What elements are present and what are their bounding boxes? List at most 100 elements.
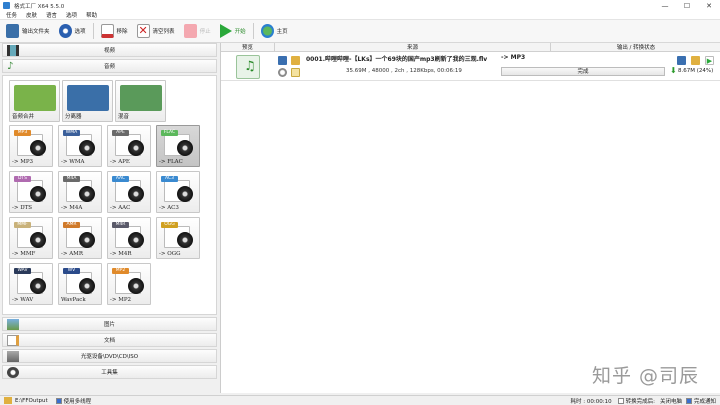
audio-tile-mmf[interactable]: MMF -> MMF bbox=[9, 217, 53, 259]
category-video[interactable]: 视频 bbox=[2, 43, 217, 57]
audio-tile-aac[interactable]: AAC -> AAC bbox=[107, 171, 151, 213]
settings-icon[interactable] bbox=[278, 68, 287, 77]
start-button[interactable]: 开始 bbox=[218, 22, 248, 40]
shutdown-label: 关闭电脑 bbox=[659, 398, 682, 405]
multithread-checkbox[interactable] bbox=[55, 397, 62, 404]
audio-tile-label: -> M4A bbox=[61, 205, 83, 211]
category-sidebar: 视频 ♪ 音频 音频合并 分离器 混音 MP3 -> MP3 WMA -> WMA APE -> … bbox=[2, 43, 217, 393]
audio-tile-mp3[interactable]: MP3 -> MP3 bbox=[9, 125, 53, 167]
audio-tile-amr[interactable]: AMR -> AMR bbox=[58, 217, 102, 259]
disc-icon bbox=[128, 278, 144, 294]
output-folder-icon[interactable] bbox=[691, 56, 700, 65]
col-preview[interactable]: 预览 bbox=[221, 43, 275, 51]
minimize-button[interactable]: — bbox=[654, 0, 676, 11]
status-bar: E:\FFOutput 使用多线程 耗时 : 00:00:10 转换完成后: 关… bbox=[0, 395, 720, 405]
menu-language[interactable]: 语言 bbox=[46, 11, 57, 19]
menu-skin[interactable]: 皮肤 bbox=[26, 11, 37, 19]
notify-checkbox[interactable] bbox=[685, 397, 692, 404]
disc-icon bbox=[79, 186, 95, 202]
folder-icon bbox=[6, 24, 19, 38]
audio-tile-m4a[interactable]: M4A -> M4A bbox=[58, 171, 102, 213]
app-icon bbox=[3, 2, 10, 9]
audio-tile-flac[interactable]: FLAC -> FLAC bbox=[156, 125, 200, 167]
format-badge: DTS bbox=[14, 176, 31, 182]
info-icon-2[interactable] bbox=[677, 56, 686, 65]
audio-tile-label: -> APE bbox=[110, 159, 130, 165]
menu-options[interactable]: 选项 bbox=[66, 11, 77, 19]
audio-tile-merge[interactable]: 音频合并 bbox=[9, 80, 60, 122]
play-file-icon[interactable]: ▶ bbox=[705, 56, 714, 65]
audio-tile-mp2[interactable]: MP2 -> MP2 bbox=[107, 263, 151, 305]
disc-icon bbox=[79, 278, 95, 294]
format-badge: M4A bbox=[63, 176, 80, 182]
audio-tile-label: -> MP3 bbox=[12, 159, 34, 165]
audio-tile-ac3[interactable]: AC3 -> AC3 bbox=[156, 171, 200, 213]
remove-button[interactable]: 移除 bbox=[99, 22, 130, 40]
audio-tile-m4r[interactable]: M4R -> M4R bbox=[107, 217, 151, 259]
audio-tile-label: 音频合并 bbox=[12, 114, 35, 120]
title-bar: 格式工厂 X64 5.5.0 — ☐ ✕ bbox=[0, 0, 720, 11]
info-icon[interactable] bbox=[278, 56, 287, 65]
disc-icon bbox=[30, 140, 46, 156]
audio-tile-ogg[interactable]: OGG -> OGG bbox=[156, 217, 200, 259]
download-arrow-icon: ⬇ bbox=[670, 66, 677, 75]
format-badge: WAV bbox=[14, 268, 31, 274]
clip-icon[interactable] bbox=[291, 68, 300, 77]
audio-tools-panel: 音频合并 分离器 混音 MP3 -> MP3 WMA -> WMA APE -> APE FLAC… bbox=[2, 75, 217, 315]
maximize-button[interactable]: ☐ bbox=[676, 0, 698, 11]
audio-tile-mixer[interactable]: 混音 bbox=[115, 80, 166, 122]
category-audio[interactable]: ♪ 音频 bbox=[2, 59, 217, 73]
audio-tile-label: -> FLAC bbox=[159, 159, 183, 165]
close-button[interactable]: ✕ bbox=[698, 0, 720, 11]
format-badge: MP2 bbox=[112, 268, 129, 274]
audio-tile-ape[interactable]: APE -> APE bbox=[107, 125, 151, 167]
disc-icon bbox=[128, 232, 144, 248]
audio-tile-label: -> WMA bbox=[61, 159, 85, 165]
category-image[interactable]: 图片 bbox=[2, 317, 217, 331]
stop-button[interactable]: 停止 bbox=[182, 22, 213, 40]
tools-icon bbox=[7, 367, 19, 378]
audio-tile-wv[interactable]: WV WavPack bbox=[58, 263, 102, 305]
menu-bar: 任务 皮肤 语言 选项 帮助 bbox=[0, 11, 720, 20]
menu-help[interactable]: 帮助 bbox=[86, 11, 97, 19]
category-tools[interactable]: 工具集 bbox=[2, 365, 217, 379]
play-icon bbox=[219, 24, 232, 38]
format-badge: OGG bbox=[161, 222, 178, 228]
task-progress-bar: 完成 bbox=[501, 67, 665, 76]
after-finish-checkbox[interactable] bbox=[617, 397, 624, 404]
task-output-format: -> MP3 bbox=[501, 54, 526, 61]
col-source[interactable]: 来源 bbox=[275, 43, 551, 51]
output-path[interactable]: E:\FFOutput bbox=[15, 398, 48, 404]
video-icon bbox=[7, 45, 19, 56]
disc-icon bbox=[128, 186, 144, 202]
watermark: 知乎 @司辰 bbox=[592, 365, 700, 387]
home-button[interactable]: 主页 bbox=[259, 22, 290, 40]
multithread-label: 使用多线程 bbox=[63, 398, 92, 405]
disc-icon bbox=[30, 232, 46, 248]
audio-tile-wma[interactable]: WMA -> WMA bbox=[58, 125, 102, 167]
audio-tile-dts[interactable]: DTS -> DTS bbox=[9, 171, 53, 213]
remove-icon bbox=[100, 24, 114, 38]
options-button[interactable]: 选项 bbox=[57, 22, 88, 40]
format-badge: AC3 bbox=[161, 176, 178, 182]
category-disc[interactable]: 光驱设备\DVD\CD\ISO bbox=[2, 349, 217, 363]
menu-task[interactable]: 任务 bbox=[6, 11, 17, 19]
output-path-icon bbox=[4, 397, 12, 404]
disc-icon bbox=[30, 278, 46, 294]
stop-icon bbox=[183, 24, 197, 38]
category-document[interactable]: 文档 bbox=[2, 333, 217, 347]
disc-icon bbox=[177, 186, 193, 202]
after-finish-label: 转换完成后: bbox=[625, 398, 655, 405]
task-list-header: 预览 来源 输出 / 转换状态 bbox=[221, 43, 720, 52]
task-file-name: 0001.哔哩哔哩-【LKs】一个69块的国产mp3刷新了我的三观.flv bbox=[306, 56, 488, 63]
clear-list-button[interactable]: ✕ 清空列表 bbox=[135, 22, 177, 40]
folder-icon[interactable] bbox=[291, 56, 300, 65]
task-row[interactable]: ♫ 0001.哔哩哔哩-【LKs】一个69块的国产mp3刷新了我的三观.flv … bbox=[221, 52, 720, 81]
audio-tile-splitter[interactable]: 分离器 bbox=[62, 80, 113, 122]
music-note-icon: ♪ bbox=[7, 61, 14, 72]
audio-tile-wav[interactable]: WAV -> WAV bbox=[9, 263, 53, 305]
disc-drive-icon bbox=[7, 351, 19, 362]
col-output[interactable]: 输出 / 转换状态 bbox=[551, 43, 720, 51]
output-folder-button[interactable]: 输出文件夹 bbox=[4, 22, 52, 40]
task-list: 预览 来源 输出 / 转换状态 ♫ 0001.哔哩哔哩-【LKs】一个69块的国… bbox=[220, 43, 720, 393]
